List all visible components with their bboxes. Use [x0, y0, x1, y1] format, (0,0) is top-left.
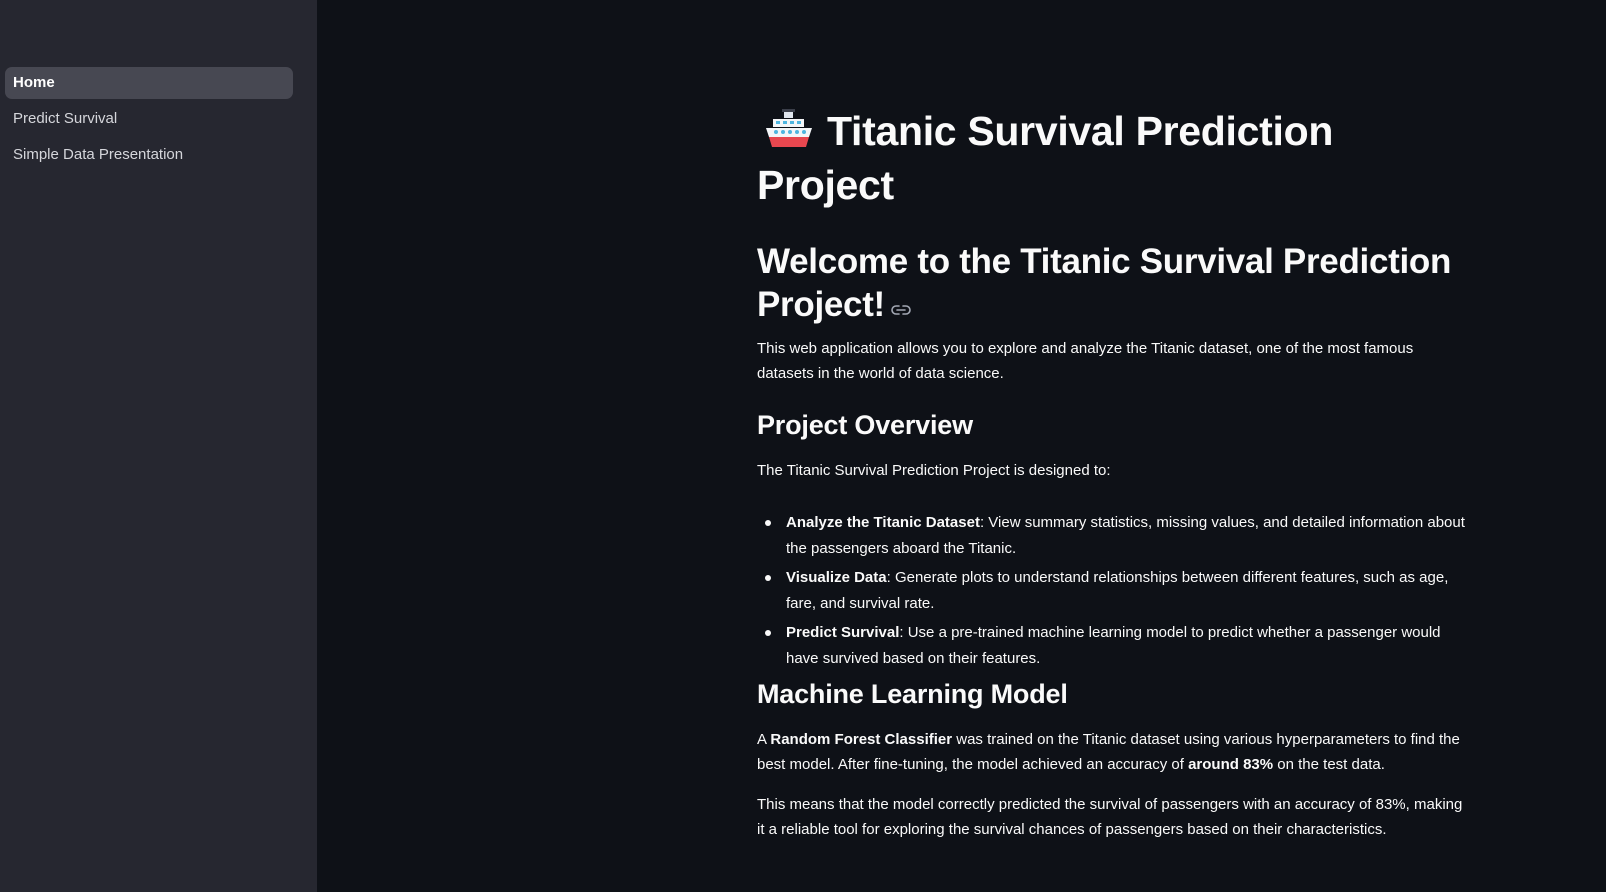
- feature-title: Predict Survival: [786, 624, 900, 641]
- feature-title: Visualize Data: [786, 569, 887, 586]
- ml-text: on the test data.: [1273, 756, 1385, 773]
- features-list: Analyze the Titanic Dataset: View summar…: [757, 510, 1467, 675]
- sidebar-nav: Home Predict Survival Simple Data Presen…: [5, 67, 293, 175]
- intro-paragraph: This web application allows you to explo…: [757, 340, 1414, 382]
- ml-paragraph-1: A Random Forest Classifier was trained o…: [757, 727, 1467, 777]
- sidebar-item-simple-data-presentation[interactable]: Simple Data Presentation: [5, 139, 293, 171]
- overview-intro: The Titanic Survival Prediction Project …: [757, 462, 1111, 479]
- page-title-text: Titanic Survival Prediction Project: [757, 108, 1334, 208]
- ml-paragraph-2: This means that the model correctly pred…: [757, 796, 1463, 838]
- project-overview-heading: Project Overview: [757, 410, 973, 440]
- sidebar: Home Predict Survival Simple Data Presen…: [0, 0, 317, 892]
- welcome-heading-text: Welcome to the Titanic Survival Predicti…: [757, 242, 1452, 324]
- list-item: Visualize Data: Generate plots to unders…: [757, 565, 1467, 617]
- list-item: Analyze the Titanic Dataset: View summar…: [757, 510, 1467, 562]
- list-item: Predict Survival: Use a pre-trained mach…: [757, 620, 1467, 672]
- page-title: Titanic Survival Prediction Project: [757, 104, 1467, 212]
- sidebar-item-home[interactable]: Home: [5, 67, 293, 99]
- ml-accuracy: around 83%: [1188, 756, 1274, 773]
- machine-learning-heading: Machine Learning Model: [757, 679, 1068, 709]
- feature-title: Analyze the Titanic Dataset: [786, 514, 980, 531]
- ml-text: A: [757, 731, 771, 748]
- link-icon[interactable]: [891, 284, 911, 315]
- ml-model-name: Random Forest Classifier: [770, 731, 953, 748]
- welcome-heading: Welcome to the Titanic Survival Predicti…: [757, 240, 1467, 326]
- ship-icon: [764, 107, 814, 151]
- sidebar-item-predict-survival[interactable]: Predict Survival: [5, 103, 293, 135]
